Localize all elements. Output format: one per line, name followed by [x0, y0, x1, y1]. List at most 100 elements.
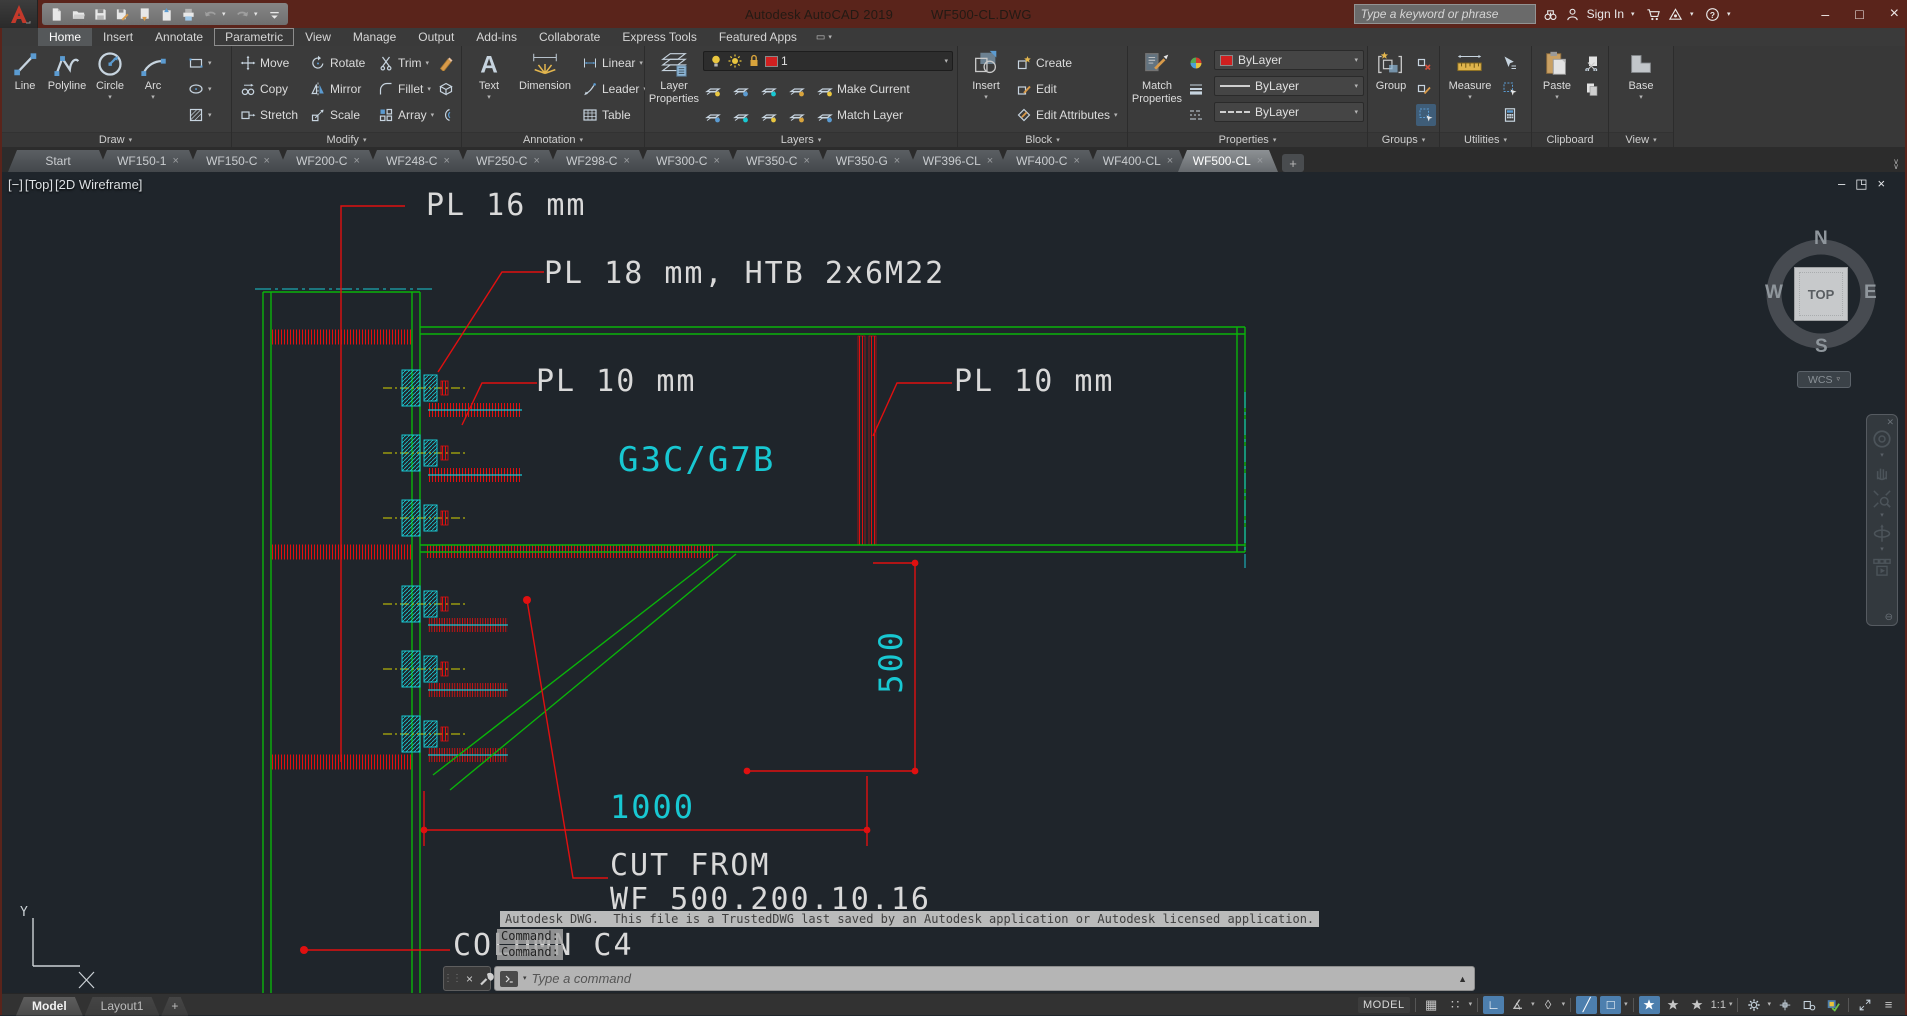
rotate-button[interactable]: Rotate: [310, 52, 365, 74]
isolate-objects-icon[interactable]: [1798, 996, 1819, 1014]
object-snap-icon[interactable]: □: [1600, 996, 1621, 1014]
save-as-icon[interactable]: [112, 4, 132, 24]
ungroup-button[interactable]: [1416, 52, 1432, 74]
close-tab-icon[interactable]: ×: [987, 155, 993, 167]
new-layout-button[interactable]: +: [161, 997, 188, 1016]
tab-collaborate[interactable]: Collaborate: [528, 28, 611, 46]
file-tab-active[interactable]: WF500-CL×: [1178, 150, 1278, 172]
array-button[interactable]: Array▾: [378, 104, 434, 126]
tab-home[interactable]: Home: [38, 28, 92, 46]
tab-featured-apps[interactable]: Featured Apps: [708, 28, 808, 46]
linear-button[interactable]: Linear▾: [582, 52, 643, 74]
polar-tracking-icon[interactable]: ∡: [1507, 996, 1528, 1014]
panel-label-utilities[interactable]: Utilities▾: [1440, 132, 1531, 147]
new-file-icon[interactable]: [46, 4, 66, 24]
save-icon[interactable]: [90, 4, 110, 24]
close-tab-icon[interactable]: ×: [1257, 155, 1263, 167]
layer-isolate-button[interactable]: [733, 78, 749, 100]
navbar-collapse-icon[interactable]: ⊖: [1885, 612, 1893, 623]
isoplane-dropdown-icon[interactable]: ▾: [1562, 1001, 1566, 1008]
panel-label-properties[interactable]: Properties▾: [1128, 132, 1367, 147]
save-to-web-icon[interactable]: [156, 4, 176, 24]
file-tab[interactable]: WF200-C×: [278, 150, 378, 172]
open-file-icon[interactable]: [68, 4, 88, 24]
annotation-scale-value[interactable]: 1:1: [1711, 999, 1726, 1011]
scale-button[interactable]: Scale: [310, 104, 360, 126]
tab-manage[interactable]: Manage: [342, 28, 407, 46]
stretch-button[interactable]: Stretch: [240, 104, 298, 126]
ribbon-options-icon[interactable]: ▭ ▾: [808, 28, 840, 46]
workspace-gear-icon[interactable]: [1743, 996, 1764, 1014]
arc-button[interactable]: Arc▾: [136, 48, 170, 130]
navbar-close-icon[interactable]: ✕: [1886, 417, 1894, 428]
file-tab[interactable]: WF248-C×: [368, 150, 468, 172]
panel-label-layers[interactable]: Layers▾: [645, 132, 957, 147]
cad-drawing[interactable]: Y: [0, 172, 1907, 993]
file-tab[interactable]: WF298-C×: [548, 150, 648, 172]
viewcube-west[interactable]: W: [1765, 282, 1783, 304]
tab-overflow-icon[interactable]: ∨∨: [1893, 159, 1899, 169]
close-tab-icon[interactable]: ×: [263, 155, 269, 167]
close-tab-icon[interactable]: ×: [172, 155, 178, 167]
close-tab-icon[interactable]: ×: [353, 155, 359, 167]
cad-label-pl10-left[interactable]: PL 10 mm: [536, 364, 697, 399]
base-button[interactable]: Base▾: [1621, 48, 1661, 130]
file-tab[interactable]: WF150-1×: [98, 150, 198, 172]
new-tab-button[interactable]: +: [1282, 154, 1304, 172]
tab-addins[interactable]: Add-ins: [465, 28, 528, 46]
edit-attributes-button[interactable]: Edit Attributes▾: [1016, 104, 1118, 126]
group-selection-button[interactable]: [1416, 104, 1436, 126]
file-tab[interactable]: WF250-C×: [458, 150, 558, 172]
a360-dropdown-icon[interactable]: ▾: [1690, 10, 1698, 18]
vp-restore-icon[interactable]: ◳: [1855, 176, 1867, 192]
open-from-web-icon[interactable]: [134, 4, 154, 24]
cad-dim-500[interactable]: 500: [872, 630, 910, 694]
erase-button[interactable]: [438, 52, 454, 74]
file-tab[interactable]: WF150-C×: [188, 150, 288, 172]
group-edit-button[interactable]: [1416, 78, 1432, 100]
viewcube-top-face[interactable]: TOP: [1794, 267, 1848, 321]
command-customize-icon[interactable]: [478, 971, 491, 987]
plot-icon[interactable]: [178, 4, 198, 24]
linetype-button[interactable]: [1188, 104, 1204, 126]
file-tab-start[interactable]: Start: [8, 150, 108, 172]
clean-screen-icon[interactable]: [1854, 996, 1875, 1014]
close-tab-icon[interactable]: ×: [894, 155, 900, 167]
close-tab-icon[interactable]: ×: [443, 155, 449, 167]
move-button[interactable]: Move: [240, 52, 289, 74]
fillet-button[interactable]: Fillet▾: [378, 78, 431, 100]
line-button[interactable]: Line: [6, 48, 44, 130]
sign-in-button[interactable]: Sign In: [1587, 7, 1624, 21]
undo-icon[interactable]: [200, 4, 220, 24]
viewcube-east[interactable]: E: [1864, 282, 1877, 304]
file-tab[interactable]: WF396-CL×: [908, 150, 1008, 172]
ortho-icon[interactable]: ∟: [1483, 996, 1504, 1014]
model-tab[interactable]: Model: [16, 997, 83, 1016]
layout1-tab[interactable]: Layout1: [85, 997, 160, 1016]
cad-label-pl10-right[interactable]: PL 10 mm: [954, 364, 1115, 399]
customization-icon[interactable]: ≡: [1878, 996, 1899, 1014]
workspace-dropdown-icon[interactable]: ▾: [1767, 1001, 1771, 1008]
cad-label-pl18[interactable]: PL 18 mm, HTB 2x6M22: [544, 256, 945, 291]
cad-label-pl16[interactable]: PL 16 mm: [426, 188, 587, 223]
panel-label-groups[interactable]: Groups▾: [1368, 132, 1439, 147]
tab-insert[interactable]: Insert: [92, 28, 144, 46]
measure-button[interactable]: Measure▾: [1444, 48, 1496, 130]
trim-button[interactable]: Trim▾: [378, 52, 429, 74]
panel-label-annotation[interactable]: Annotation▾: [462, 132, 644, 147]
command-input[interactable]: [532, 971, 1454, 986]
close-tab-icon[interactable]: ×: [803, 155, 809, 167]
tab-output[interactable]: Output: [407, 28, 465, 46]
search-input[interactable]: [1354, 4, 1536, 24]
ellipse-button[interactable]: ▾: [188, 78, 212, 100]
layer-dropdown-icon[interactable]: ▾: [944, 58, 948, 65]
linetype-select[interactable]: ByLayer▾: [1214, 102, 1364, 122]
annotation-visibility-icon[interactable]: [1639, 996, 1660, 1014]
object-snap-tracking-icon[interactable]: ╱: [1576, 996, 1597, 1014]
file-tab[interactable]: WF400-C×: [998, 150, 1098, 172]
sign-in-dropdown-icon[interactable]: ▾: [1631, 10, 1639, 18]
minimize-icon[interactable]: –: [1821, 6, 1829, 22]
tab-annotate[interactable]: Annotate: [144, 28, 214, 46]
panel-label-modify[interactable]: Modify▾: [232, 132, 461, 147]
snap-icon[interactable]: ∷: [1445, 996, 1466, 1014]
